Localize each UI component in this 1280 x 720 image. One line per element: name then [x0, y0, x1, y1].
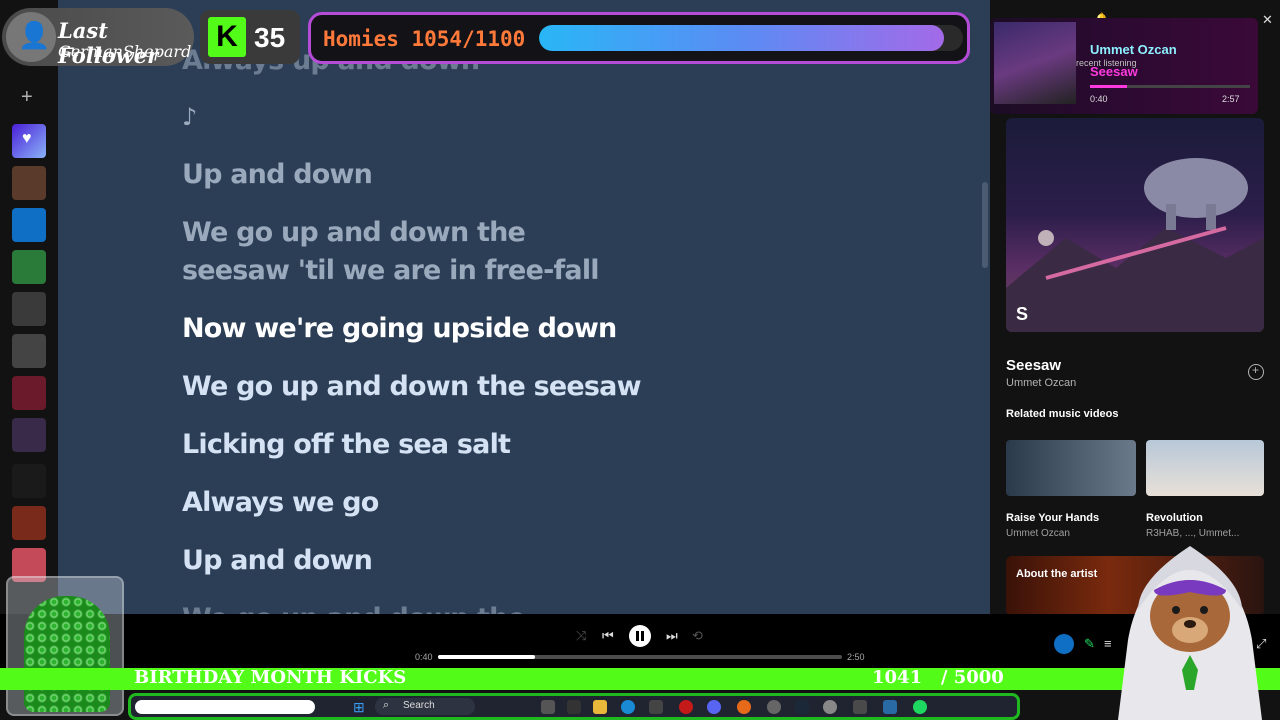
next-icon[interactable]: ⏭ — [666, 628, 678, 644]
progress-fill — [438, 655, 535, 659]
add-to-library-icon[interactable]: + — [1248, 363, 1264, 380]
taskbar-search[interactable]: ⌕ Search — [375, 698, 475, 715]
lyrics-mic-icon[interactable]: ✎ — [1084, 636, 1095, 652]
birthday-kicks-bar: BIRTHDAY MONTH KICKS 1041 / 5000 — [0, 668, 1280, 690]
terminal-icon[interactable] — [567, 700, 581, 714]
kick-jar-widget — [6, 576, 124, 716]
video-artist[interactable]: Ummet Ozcan — [1006, 528, 1070, 539]
app-icon[interactable] — [883, 700, 897, 714]
spotify-icon[interactable] — [913, 700, 927, 714]
task-view-icon[interactable] — [541, 700, 555, 714]
lyric-line[interactable]: Always we go — [182, 484, 379, 522]
bear-mascot — [1118, 546, 1262, 720]
firefox-icon[interactable] — [737, 700, 751, 714]
close-icon[interactable]: ✕ — [1262, 12, 1273, 28]
video-thumbnail[interactable] — [1006, 440, 1136, 496]
windows-start-icon[interactable]: ⊞ — [353, 699, 365, 716]
lyric-line[interactable]: Up and down — [182, 542, 373, 580]
heart-icon: ♥ — [22, 130, 32, 147]
kick-logo-icon: K — [208, 17, 246, 57]
now-playing-overlay: Ummet Ozcan recent listening Seesaw 0:40… — [990, 18, 1258, 114]
opera-icon[interactable] — [679, 700, 693, 714]
overlay-song: Seesaw — [1090, 64, 1138, 79]
stream-screen: + ♥ Always up and down ♪ Up and down We … — [0, 0, 1280, 720]
homies-progress-bar — [539, 25, 963, 51]
overlay-cover-art — [994, 22, 1076, 104]
library-sidebar: + ♥ — [0, 0, 58, 614]
repeat-icon[interactable]: ⟲ — [692, 628, 703, 644]
birthday-label: BIRTHDAY MONTH KICKS — [134, 667, 407, 688]
video-thumbnail[interactable] — [1146, 440, 1264, 496]
search-icon: ⌕ — [383, 699, 390, 711]
kick-count-widget: K 35 — [200, 10, 300, 64]
obs-icon[interactable] — [767, 700, 781, 714]
video-title[interactable]: Raise Your Hands — [1006, 512, 1099, 524]
related-videos-heading: Related music videos — [1006, 408, 1119, 420]
lyric-line[interactable]: seesaw 'til we are in free-fall — [182, 252, 600, 290]
settings-icon[interactable] — [823, 700, 837, 714]
connect-device-icon[interactable] — [1054, 634, 1074, 654]
overlay-progress-fill — [1090, 85, 1127, 88]
sidebar-item-playlist[interactable] — [12, 464, 46, 498]
edge-icon[interactable] — [621, 700, 635, 714]
lyric-line[interactable]: Licking off the sea salt — [182, 426, 511, 464]
pause-icon — [641, 631, 644, 641]
discord-icon[interactable] — [707, 700, 721, 714]
cover-art — [1006, 158, 1264, 332]
folder-icon[interactable] — [593, 700, 607, 714]
sidebar-item-playlist[interactable] — [12, 208, 46, 242]
sidebar-item-playlist[interactable] — [12, 334, 46, 368]
lyric-line[interactable]: We go up and down the seesaw — [182, 368, 642, 406]
user-plus-glyph: 👤 — [18, 20, 51, 50]
overlay-artist: Ummet Ozcan — [1090, 42, 1177, 57]
overlay-position: 0:40 — [1090, 94, 1108, 104]
lyric-line[interactable]: We go up and down the — [182, 600, 526, 614]
sidebar-item-playlist[interactable] — [12, 166, 46, 200]
lyric-line-current[interactable]: Now we're going upside down — [182, 310, 617, 348]
taskbar-blank-field — [135, 700, 315, 714]
about-artist-label: About the artist — [1016, 568, 1098, 580]
sidebar-item-playlist[interactable] — [12, 418, 46, 452]
album-cover: S — [1006, 118, 1264, 332]
homies-progress-fill — [539, 25, 944, 51]
lyric-line[interactable]: ♪ — [182, 98, 197, 136]
lyrics-scrollbar[interactable] — [982, 182, 988, 268]
pause-button[interactable] — [629, 625, 651, 647]
kick-jar-contents — [24, 596, 110, 712]
search-label: Search — [403, 700, 435, 711]
sidebar-item-playlist[interactable] — [12, 250, 46, 284]
steam-icon[interactable] — [795, 700, 809, 714]
app-icon[interactable] — [853, 700, 867, 714]
homies-label: Homies 1054/1100 — [323, 27, 526, 51]
previous-icon[interactable]: ⏮ — [602, 628, 614, 644]
sidebar-item-playlist[interactable] — [12, 506, 46, 540]
track-artist[interactable]: Ummet Ozcan — [1006, 377, 1076, 389]
lyrics-view: Always up and down ♪ Up and down We go u… — [58, 0, 990, 614]
app-icon[interactable] — [649, 700, 663, 714]
create-playlist-icon[interactable]: + — [21, 86, 33, 109]
overlay-duration: 2:57 — [1222, 94, 1240, 104]
homies-goal-widget: Homies 1054/1100 — [308, 12, 970, 64]
lyric-line[interactable]: We go up and down the — [182, 214, 526, 252]
kick-count: 35 — [254, 22, 286, 53]
liked-songs-button[interactable]: ♥ — [12, 124, 46, 158]
progress-bar[interactable] — [438, 655, 842, 659]
lyric-line[interactable]: Up and down — [182, 156, 373, 194]
add-user-icon: 👤 — [6, 12, 56, 62]
birthday-count: 1041 / 5000 — [872, 667, 1004, 688]
player-bar: ⤨ ⏮ ⏭ ⟲ 0:40 2:50 ✎ ≡ ⤢ — [0, 614, 1280, 668]
last-follower-widget: 👤 Last Follower GermanShepard — [2, 8, 194, 68]
spinnin-logo-icon: S — [1016, 304, 1029, 324]
track-title[interactable]: Seesaw — [1006, 357, 1061, 374]
sidebar-item-playlist[interactable] — [12, 292, 46, 326]
elapsed-time: 0:40 — [415, 652, 433, 662]
sidebar-item-playlist[interactable] — [12, 376, 46, 410]
overlay-progress-bar — [1090, 85, 1250, 88]
follower-name: GermanShepard — [58, 42, 192, 61]
shuffle-icon[interactable]: ⤨ — [576, 628, 586, 644]
plus-icon: + — [1252, 363, 1260, 377]
pause-icon — [636, 631, 639, 641]
duration-time: 2:50 — [847, 652, 865, 662]
windows-taskbar: ⊞ ⌕ Search — [128, 693, 1020, 720]
